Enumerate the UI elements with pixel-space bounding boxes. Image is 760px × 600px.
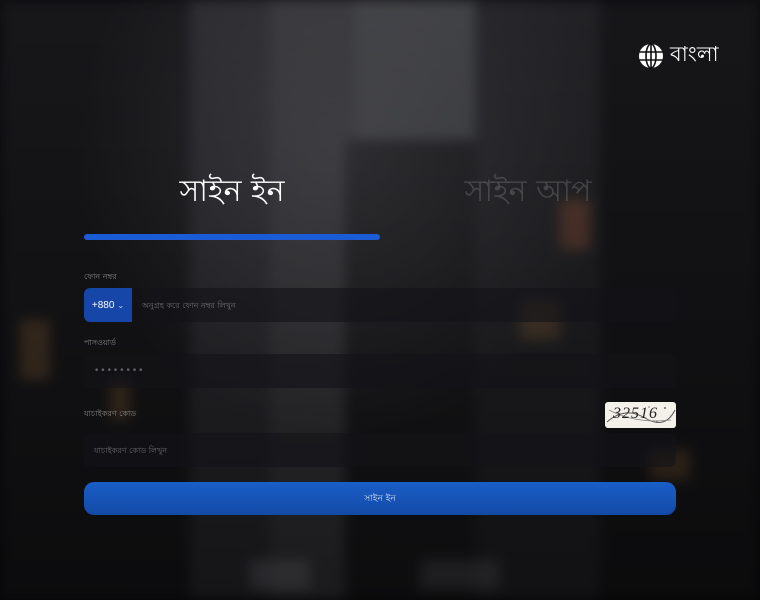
active-tab-indicator: [84, 234, 380, 240]
captcha-input[interactable]: [84, 433, 676, 467]
captcha-image[interactable]: 32516: [605, 402, 676, 428]
password-field: [84, 354, 676, 388]
phone-label: ফোন নম্বর: [84, 272, 117, 281]
captcha-label: যাচাইকরণ কোড: [84, 409, 137, 418]
auth-tabs: সাইন ইন সাইন আপ: [84, 170, 676, 240]
language-label: বাংলা: [670, 42, 719, 66]
language-selector[interactable]: বাংলা: [638, 38, 719, 73]
phone-input[interactable]: [132, 288, 676, 322]
captcha-field: [84, 433, 676, 467]
captcha-text: 32516: [613, 405, 658, 422]
tab-sign-up[interactable]: সাইন আপ: [380, 170, 676, 214]
password-input[interactable]: [84, 354, 676, 388]
country-code-dropdown[interactable]: +880 ⌄: [84, 288, 132, 322]
password-label: পাসওয়ার্ড: [84, 338, 116, 347]
tab-sign-in[interactable]: সাইন ইন: [84, 170, 380, 214]
country-code-value: +880: [91, 299, 115, 311]
globe-icon: [639, 42, 663, 69]
sign-in-button[interactable]: সাইন ইন: [84, 482, 676, 515]
chevron-down-icon: ⌄: [117, 300, 125, 310]
phone-field: +880 ⌄: [84, 288, 676, 322]
